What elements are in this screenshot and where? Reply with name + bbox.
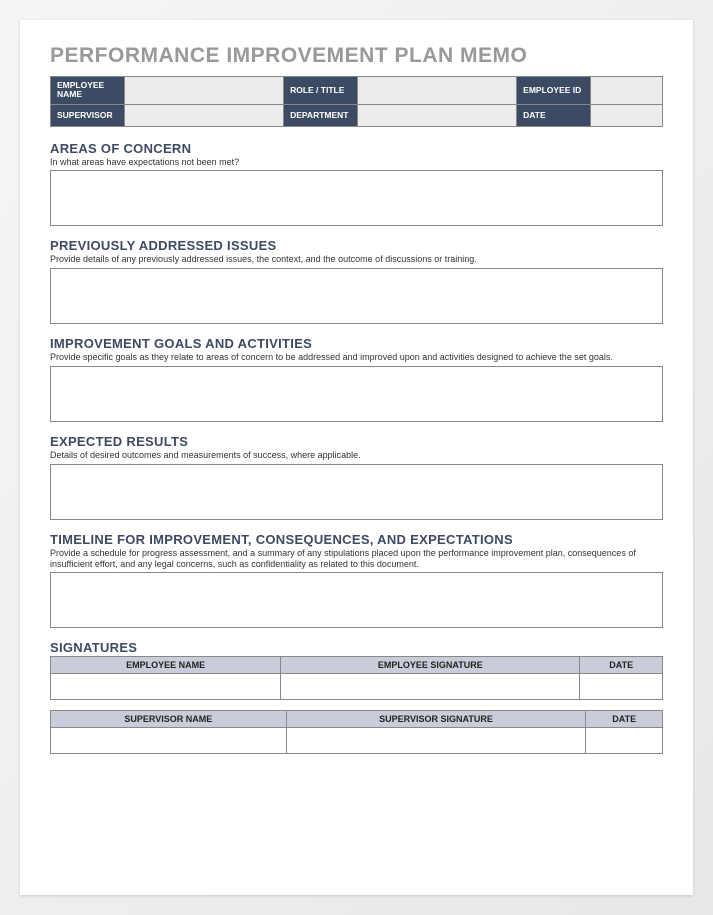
page-title: PERFORMANCE IMPROVEMENT PLAN MEMO <box>50 44 663 68</box>
emp-sig-header: EMPLOYEE SIGNATURE <box>281 657 580 674</box>
goals-input-box[interactable] <box>50 366 663 422</box>
previous-heading: PREVIOUSLY ADDRESSED ISSUES <box>50 238 663 253</box>
previous-input-box[interactable] <box>50 268 663 324</box>
role-title-field[interactable] <box>358 77 517 105</box>
signatures-section: SIGNATURES EMPLOYEE NAME EMPLOYEE SIGNAT… <box>50 640 663 754</box>
sup-date-header: DATE <box>586 711 663 728</box>
emp-sig-cell[interactable] <box>281 674 580 700</box>
sup-sig-header: SUPERVISOR SIGNATURE <box>286 711 586 728</box>
results-section: EXPECTED RESULTS Details of desired outc… <box>50 434 663 520</box>
areas-input-box[interactable] <box>50 170 663 226</box>
timeline-subtext: Provide a schedule for progress assessme… <box>50 548 663 570</box>
document-page: PERFORMANCE IMPROVEMENT PLAN MEMO EMPLOY… <box>20 20 693 895</box>
supervisor-field[interactable] <box>124 104 283 126</box>
department-field[interactable] <box>358 104 517 126</box>
emp-name-header: EMPLOYEE NAME <box>51 657 281 674</box>
employee-id-field[interactable] <box>591 77 663 105</box>
goals-section: IMPROVEMENT GOALS AND ACTIVITIES Provide… <box>50 336 663 422</box>
previous-subtext: Provide details of any previously addres… <box>50 254 663 265</box>
role-title-label: ROLE / TITLE <box>284 77 358 105</box>
department-label: DEPARTMENT <box>284 104 358 126</box>
employee-signature-table: EMPLOYEE NAME EMPLOYEE SIGNATURE DATE <box>50 656 663 700</box>
timeline-heading: TIMELINE FOR IMPROVEMENT, CONSEQUENCES, … <box>50 532 663 547</box>
sup-name-cell[interactable] <box>51 728 287 754</box>
sup-date-cell[interactable] <box>586 728 663 754</box>
results-input-box[interactable] <box>50 464 663 520</box>
sup-name-header: SUPERVISOR NAME <box>51 711 287 728</box>
signatures-heading: SIGNATURES <box>50 640 663 655</box>
results-heading: EXPECTED RESULTS <box>50 434 663 449</box>
employee-name-field[interactable] <box>124 77 283 105</box>
timeline-input-box[interactable] <box>50 572 663 628</box>
employee-id-label: EMPLOYEE ID <box>517 77 591 105</box>
timeline-section: TIMELINE FOR IMPROVEMENT, CONSEQUENCES, … <box>50 532 663 629</box>
emp-date-cell[interactable] <box>580 674 663 700</box>
date-label: DATE <box>517 104 591 126</box>
results-subtext: Details of desired outcomes and measurem… <box>50 450 663 461</box>
areas-subtext: In what areas have expectations not been… <box>50 157 663 168</box>
sup-sig-cell[interactable] <box>286 728 586 754</box>
areas-of-concern-section: AREAS OF CONCERN In what areas have expe… <box>50 141 663 227</box>
employee-info-table: EMPLOYEE NAME ROLE / TITLE EMPLOYEE ID S… <box>50 76 663 127</box>
previously-addressed-section: PREVIOUSLY ADDRESSED ISSUES Provide deta… <box>50 238 663 324</box>
date-field[interactable] <box>591 104 663 126</box>
supervisor-label: SUPERVISOR <box>51 104 125 126</box>
emp-name-cell[interactable] <box>51 674 281 700</box>
goals-subtext: Provide specific goals as they relate to… <box>50 352 663 363</box>
employee-name-label: EMPLOYEE NAME <box>51 77 125 105</box>
supervisor-signature-table: SUPERVISOR NAME SUPERVISOR SIGNATURE DAT… <box>50 710 663 754</box>
areas-heading: AREAS OF CONCERN <box>50 141 663 156</box>
goals-heading: IMPROVEMENT GOALS AND ACTIVITIES <box>50 336 663 351</box>
emp-date-header: DATE <box>580 657 663 674</box>
